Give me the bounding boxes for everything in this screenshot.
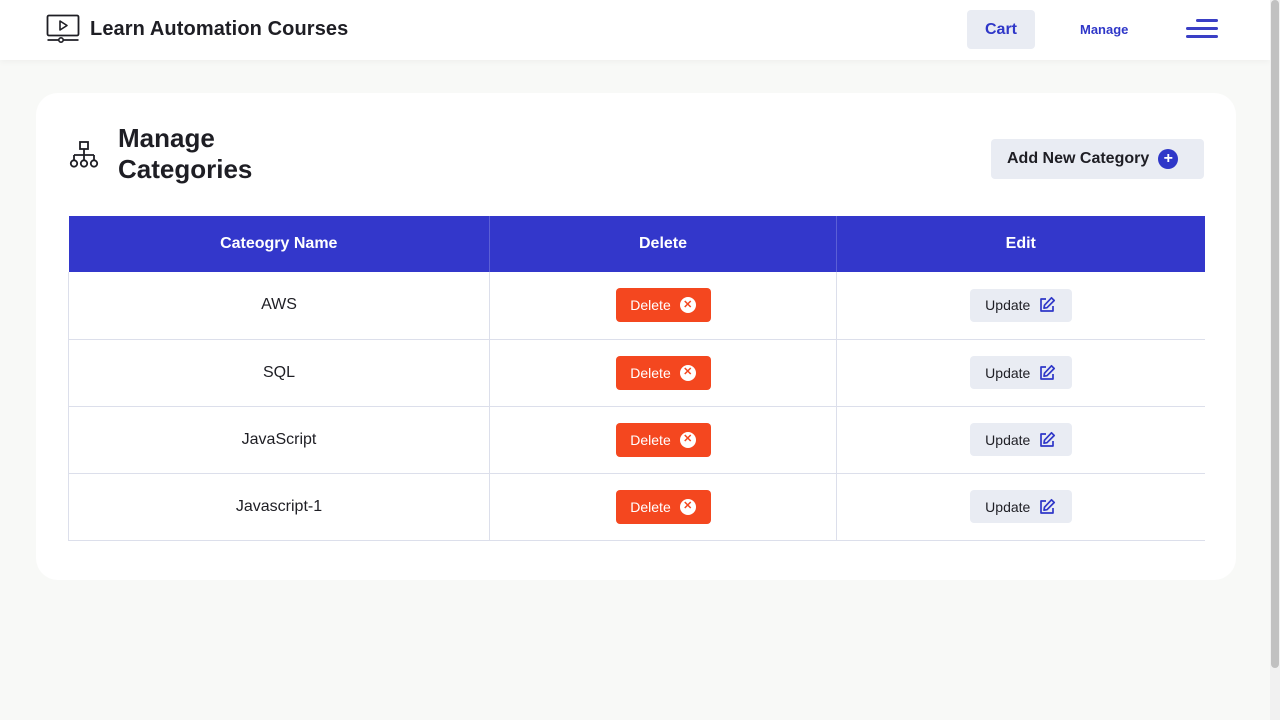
video-player-icon bbox=[46, 14, 80, 43]
delete-button[interactable]: Delete ✕ bbox=[615, 288, 711, 323]
delete-label: Delete bbox=[630, 297, 671, 314]
menu-line bbox=[1186, 35, 1218, 38]
page-title: Manage Categories bbox=[118, 123, 253, 184]
update-button[interactable]: Update bbox=[969, 423, 1072, 456]
brand[interactable]: Learn Automation Courses bbox=[46, 14, 348, 44]
cart-button[interactable]: Cart bbox=[967, 10, 1035, 49]
update-label: Update bbox=[985, 498, 1031, 515]
delete-label: Delete bbox=[630, 431, 671, 448]
delete-label: Delete bbox=[630, 364, 671, 381]
delete-button[interactable]: Delete ✕ bbox=[615, 489, 711, 524]
edit-cell: Update bbox=[836, 406, 1205, 474]
delete-label: Delete bbox=[630, 498, 671, 515]
top-navbar: Learn Automation Courses Cart Manage bbox=[0, 0, 1270, 60]
column-header-category-name: Cateogry Name bbox=[68, 216, 490, 272]
add-new-category-button[interactable]: Add New Category + bbox=[991, 139, 1204, 179]
menu-line bbox=[1186, 27, 1218, 30]
manage-categories-card: Manage Categories Add New Category + Cat… bbox=[36, 93, 1236, 580]
page-scrollbar[interactable] bbox=[1270, 0, 1280, 720]
scrollbar-thumb[interactable] bbox=[1271, 0, 1279, 668]
update-button[interactable]: Update bbox=[969, 356, 1072, 389]
table-row: SQL Delete ✕ Update bbox=[68, 339, 1205, 407]
add-new-category-label: Add New Category bbox=[1007, 150, 1150, 167]
category-name-cell: AWS bbox=[68, 272, 490, 340]
category-tree-icon bbox=[69, 141, 99, 168]
update-label: Update bbox=[985, 364, 1031, 381]
category-name-cell: JavaScript bbox=[68, 406, 490, 474]
delete-cell: Delete ✕ bbox=[489, 272, 837, 340]
menu-line bbox=[1196, 19, 1218, 22]
update-label: Update bbox=[985, 297, 1031, 314]
column-header-edit: Edit bbox=[836, 216, 1205, 272]
table-header: Cateogry Name Delete Edit bbox=[68, 216, 1205, 272]
edit-icon bbox=[1040, 364, 1056, 380]
category-name-cell: Javascript-1 bbox=[68, 473, 490, 541]
update-label: Update bbox=[985, 431, 1031, 448]
edit-cell: Update bbox=[836, 272, 1205, 340]
edit-cell: Update bbox=[836, 339, 1205, 407]
hamburger-menu-icon[interactable] bbox=[1184, 17, 1218, 43]
manage-link[interactable]: Manage bbox=[1080, 22, 1128, 37]
page: Learn Automation Courses Cart Manage Man… bbox=[0, 0, 1280, 720]
edit-icon bbox=[1040, 498, 1056, 514]
table-row: AWS Delete ✕ Update bbox=[68, 272, 1205, 340]
x-circle-icon: ✕ bbox=[679, 498, 696, 515]
x-circle-icon: ✕ bbox=[679, 431, 696, 448]
edit-icon bbox=[1040, 431, 1056, 447]
delete-cell: Delete ✕ bbox=[489, 473, 837, 541]
update-button[interactable]: Update bbox=[969, 288, 1072, 322]
delete-cell: Delete ✕ bbox=[489, 406, 837, 474]
delete-button[interactable]: Delete ✕ bbox=[615, 355, 711, 390]
delete-button[interactable]: Delete ✕ bbox=[615, 422, 711, 457]
table-header-row: Cateogry Name Delete Edit bbox=[68, 216, 1205, 272]
edit-cell: Update bbox=[836, 473, 1205, 541]
x-circle-icon: ✕ bbox=[679, 297, 696, 314]
brand-title: Learn Automation Courses bbox=[90, 17, 349, 40]
category-name-cell: SQL bbox=[68, 339, 490, 407]
plus-circle-icon: + bbox=[1158, 149, 1179, 169]
column-header-delete: Delete bbox=[489, 216, 837, 272]
table-row: JavaScript Delete ✕ Update bbox=[68, 406, 1205, 474]
categories-table: Cateogry Name Delete Edit AWS Delete ✕ U… bbox=[68, 216, 1205, 541]
x-circle-icon: ✕ bbox=[679, 364, 696, 381]
table-row: Javascript-1 Delete ✕ Update bbox=[68, 473, 1205, 541]
delete-cell: Delete ✕ bbox=[489, 339, 837, 407]
table-body: AWS Delete ✕ Update SQL Delete ✕ Update … bbox=[68, 272, 1205, 541]
edit-icon bbox=[1040, 297, 1056, 313]
update-button[interactable]: Update bbox=[969, 490, 1072, 523]
categories-table-wrapper: Cateogry Name Delete Edit AWS Delete ✕ U… bbox=[68, 216, 1205, 541]
